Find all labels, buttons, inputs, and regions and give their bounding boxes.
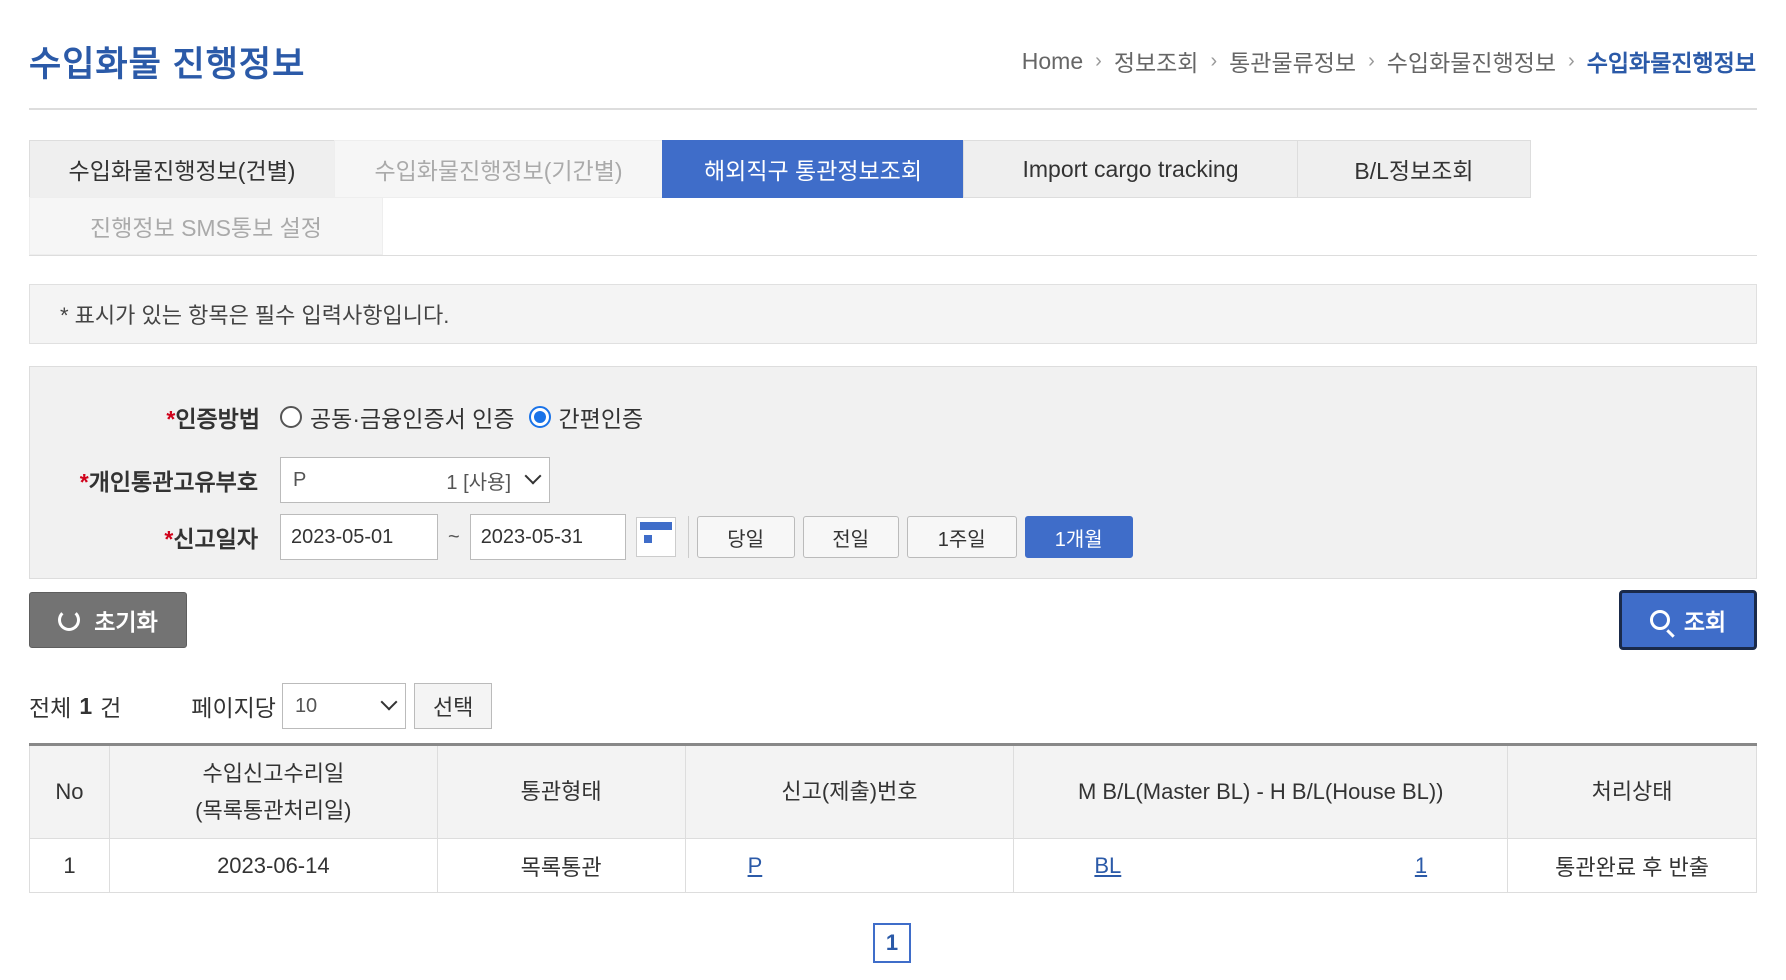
required-notice: * 표시가 있는 항목은 필수 입력사항입니다. bbox=[29, 284, 1757, 344]
chevron-right-icon: › bbox=[1095, 49, 1102, 72]
breadcrumb-current: 수입화물진행정보 bbox=[1586, 50, 1756, 76]
breadcrumb-import-cargo[interactable]: 수입화물진행정보 bbox=[1387, 44, 1556, 78]
select-button[interactable]: 선택 bbox=[413, 683, 493, 729]
col-accept-date: 수입신고수리일 (목록통관처리일) bbox=[108, 744, 438, 839]
radio-unchecked-icon[interactable] bbox=[280, 406, 302, 428]
divider bbox=[687, 516, 689, 558]
col-bl: M B/L(Master BL) - H B/L(House BL)) bbox=[1013, 744, 1509, 839]
search-icon bbox=[1649, 610, 1670, 630]
chevron-right-icon: › bbox=[1368, 49, 1375, 72]
page-button-current[interactable]: 1 bbox=[873, 923, 911, 963]
tab-by-period[interactable]: 수입화물진행정보(기간별) bbox=[334, 140, 663, 198]
per-page-label: 페이지당 bbox=[191, 695, 276, 721]
reset-button-label: 초기화 bbox=[94, 609, 158, 635]
search-button[interactable]: 조회 bbox=[1619, 590, 1757, 650]
breadcrumb-home[interactable]: Home bbox=[1022, 48, 1083, 75]
col-clearance-type: 통관형태 bbox=[436, 744, 686, 839]
auth-option-simple-label: 간편인증 bbox=[558, 406, 644, 432]
period-yesterday-button[interactable]: 전일 bbox=[802, 516, 899, 558]
search-form: *인증방법 공동·금융인증서 인증 간편인증 *개인통관고유부호 P 1 [사용… bbox=[29, 366, 1757, 579]
reset-button[interactable]: 초기화 bbox=[29, 592, 187, 648]
required-mark: * bbox=[79, 469, 89, 495]
customs-id-prefix: P bbox=[293, 468, 307, 491]
total-suffix: 건 bbox=[100, 695, 122, 721]
calendar-icon[interactable] bbox=[635, 517, 676, 557]
customs-id-row: *개인통관고유부호 P 1 [사용] bbox=[30, 457, 550, 503]
tab-bl-info[interactable]: B/L정보조회 bbox=[1297, 140, 1531, 198]
chevron-down-icon bbox=[380, 693, 398, 711]
date-label-text: 신고일자 bbox=[173, 526, 258, 552]
period-today-button[interactable]: 당일 bbox=[696, 516, 795, 558]
per-page-select[interactable]: 10 bbox=[281, 683, 406, 729]
tab-overseas-direct[interactable]: 해외직구 통관정보조회 bbox=[662, 140, 964, 198]
cell-status: 통관완료 후 반출 bbox=[1507, 838, 1757, 893]
title-divider bbox=[29, 108, 1757, 110]
breadcrumb-info[interactable]: 정보조회 bbox=[1114, 44, 1199, 78]
decl-no-link[interactable]: P bbox=[748, 853, 763, 878]
col-no: No bbox=[29, 744, 110, 839]
tab-by-case[interactable]: 수입화물진행정보(건별) bbox=[29, 140, 335, 198]
cell-date: 2023-06-14 bbox=[108, 838, 438, 893]
auth-option-certificate[interactable]: 공동·금융인증서 인증 bbox=[280, 400, 515, 434]
date-row: *신고일자 2023-05-01 ~ 2023-05-31 당일 전일 1주일 … bbox=[30, 514, 1133, 560]
date-from-input[interactable]: 2023-05-01 bbox=[280, 514, 438, 560]
col-status: 처리상태 bbox=[1507, 744, 1757, 839]
cell-bl: BL 1 bbox=[1013, 838, 1509, 893]
chevron-right-icon: › bbox=[1210, 49, 1218, 72]
per-page-value: 10 bbox=[294, 694, 318, 717]
chevron-right-icon: › bbox=[1568, 49, 1575, 72]
period-month-button[interactable]: 1개월 bbox=[1024, 516, 1133, 558]
auth-option-simple[interactable]: 간편인증 bbox=[528, 400, 644, 434]
chevron-down-icon bbox=[524, 467, 542, 485]
breadcrumb: Home › 정보조회 › 통관물류정보 › 수입화물진행정보 › 수입화물진행… bbox=[0, 44, 1786, 78]
hbl-link[interactable]: 1 bbox=[1415, 853, 1427, 879]
cell-decl-no: P bbox=[684, 838, 1015, 893]
results-table: No 수입신고수리일 (목록통관처리일) 통관형태 신고(제출)번호 M B/L… bbox=[29, 743, 1757, 893]
total-count: 1 bbox=[79, 692, 93, 719]
bl-links: BL 1 bbox=[1014, 853, 1507, 879]
tab-import-cargo-tracking[interactable]: Import cargo tracking bbox=[963, 140, 1298, 198]
auth-label-text: 인증방법 bbox=[175, 406, 260, 432]
total-label: 전체 bbox=[29, 695, 72, 721]
tab-sms-settings[interactable]: 진행정보 SMS통보 설정 bbox=[29, 197, 383, 255]
refresh-icon bbox=[58, 609, 81, 631]
col-decl-no: 신고(제출)번호 bbox=[684, 744, 1015, 839]
tab-bar: 수입화물진행정보(건별) 수입화물진행정보(기간별) 해외직구 통관정보조회 I… bbox=[29, 140, 1757, 257]
auth-row: *인증방법 공동·금융인증서 인증 간편인증 bbox=[30, 400, 657, 434]
customs-id-value: 1 [사용] bbox=[446, 471, 511, 494]
cell-type: 목록통관 bbox=[436, 838, 686, 893]
table-row: 1 2023-06-14 목록통관 P BL 1 통관완료 후 반출 bbox=[29, 838, 1757, 893]
date-to-input[interactable]: 2023-05-31 bbox=[469, 514, 626, 560]
mbl-link[interactable]: BL bbox=[1094, 853, 1121, 879]
table-header-row: No 수입신고수리일 (목록통관처리일) 통관형태 신고(제출)번호 M B/L… bbox=[29, 744, 1757, 839]
customs-id-label: *개인통관고유부호 bbox=[30, 463, 280, 497]
breadcrumb-logistics[interactable]: 통관물류정보 bbox=[1229, 44, 1356, 78]
radio-checked-icon[interactable] bbox=[528, 406, 551, 428]
tabs-divider bbox=[29, 255, 1757, 256]
list-controls: 전체 1 건 페이지당 10 선택 bbox=[29, 683, 493, 729]
search-button-label: 조회 bbox=[1683, 609, 1727, 635]
period-week-button[interactable]: 1주일 bbox=[906, 516, 1017, 558]
customs-id-select[interactable]: P 1 [사용] bbox=[280, 457, 550, 503]
auth-label: *인증방법 bbox=[30, 400, 280, 434]
customs-id-label-text: 개인통관고유부호 bbox=[88, 469, 258, 495]
date-label: *신고일자 bbox=[30, 520, 280, 554]
auth-option-certificate-label: 공동·금융인증서 인증 bbox=[310, 406, 515, 432]
cell-no: 1 bbox=[29, 838, 110, 893]
date-separator: ~ bbox=[448, 525, 460, 548]
